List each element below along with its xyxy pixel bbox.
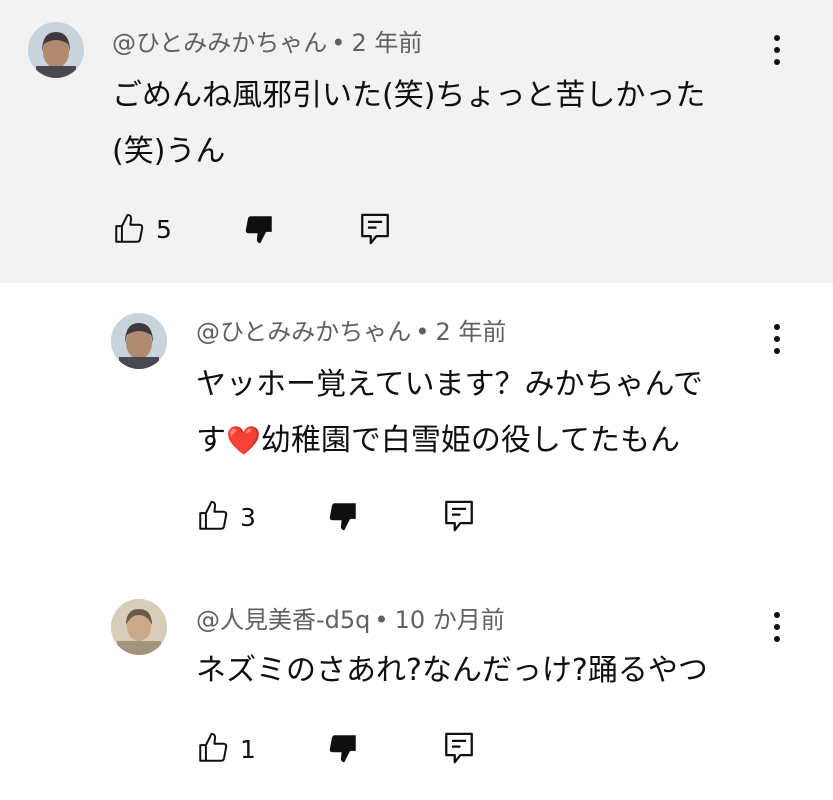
comment-line: ネズミのさあれ?なんだっけ?踊るやつ xyxy=(196,653,708,688)
avatar-image xyxy=(111,599,167,655)
comment-thread-1: @ひとみみかちゃん • 2 年前 ごめんね風邪引いた(笑)ちょっと苦しかった (笑)… xyxy=(0,0,833,283)
thumbs-up-icon xyxy=(199,500,228,530)
comment-line: ごめんね風邪引いた(笑)ちょっと苦しかった xyxy=(112,78,706,113)
avatar[interactable] xyxy=(111,599,167,655)
text-fragment: す xyxy=(196,423,226,458)
thumbs-down-icon xyxy=(329,503,356,531)
avatar-image xyxy=(111,313,167,369)
like-count: 1 xyxy=(240,735,256,764)
avatar-image xyxy=(28,22,84,78)
dislike-button[interactable] xyxy=(242,212,276,246)
like-button[interactable] xyxy=(196,731,230,765)
comment-text: ヤッホー覚えています？みかちゃんで す❤️幼稚園で白雪姫の役してたもん xyxy=(196,357,703,469)
like-button[interactable] xyxy=(196,499,230,533)
more-vertical-icon[interactable] xyxy=(765,30,789,70)
comment-text: ごめんね風邪引いた(笑)ちょっと苦しかった (笑)うん xyxy=(112,68,705,180)
comment-time[interactable]: 2 年前 xyxy=(351,29,422,57)
author-name[interactable]: @ひとみみかちゃん xyxy=(112,29,327,57)
more-vertical-icon[interactable] xyxy=(765,319,789,359)
thumbs-down-icon xyxy=(329,735,356,763)
reply-icon xyxy=(445,500,473,532)
separator-dot: • xyxy=(374,606,389,634)
reply-icon xyxy=(445,732,473,764)
separator-dot: • xyxy=(331,29,346,57)
author-name[interactable]: @人見美香-d5q xyxy=(196,606,370,634)
reply-thread-1: @ひとみみかちゃん • 2 年前 ヤッホー覚えています？みかちゃんで す❤️幼稚園で… xyxy=(0,283,833,573)
comment-line: ヤッホー覚えています？みかちゃんで xyxy=(196,367,703,402)
reply-button[interactable] xyxy=(442,729,476,767)
comment-text: ネズミのさあれ?なんだっけ?踊るやつ xyxy=(196,643,708,699)
dislike-button[interactable] xyxy=(326,499,360,533)
comment-meta: @ひとみみかちゃん • 2 年前 xyxy=(196,317,506,347)
comment-time[interactable]: 10 か月前 xyxy=(395,606,505,634)
thumbs-down-icon xyxy=(245,216,272,244)
text-fragment: 幼稚園で白雪姫の役してたもん xyxy=(260,423,680,458)
author-name[interactable]: @ひとみみかちゃん xyxy=(196,318,411,346)
heart-emoji: ❤️ xyxy=(226,424,261,457)
avatar[interactable] xyxy=(28,22,84,78)
comment-line: (笑)うん xyxy=(112,134,226,169)
comment-line: す❤️幼稚園で白雪姫の役してたもん xyxy=(196,413,703,469)
comment-meta: @ひとみみかちゃん • 2 年前 xyxy=(112,28,422,58)
avatar[interactable] xyxy=(111,313,167,369)
like-count: 5 xyxy=(156,215,172,244)
comment-meta: @人見美香-d5q • 10 か月前 xyxy=(196,605,505,635)
like-count: 3 xyxy=(240,503,256,532)
dislike-button[interactable] xyxy=(326,731,360,765)
separator-dot: • xyxy=(415,318,430,346)
thumbs-up-icon xyxy=(115,213,144,243)
comment-time[interactable]: 2 年前 xyxy=(435,318,506,346)
reply-thread-2: @人見美香-d5q • 10 か月前 ネズミのさあれ?なんだっけ?踊るやつ 1 xyxy=(0,573,833,800)
reply-button[interactable] xyxy=(442,497,476,535)
reply-icon xyxy=(361,213,389,245)
more-vertical-icon[interactable] xyxy=(765,607,789,647)
reply-button[interactable] xyxy=(358,210,392,248)
like-button[interactable] xyxy=(112,212,146,246)
thumbs-up-icon xyxy=(199,732,228,762)
